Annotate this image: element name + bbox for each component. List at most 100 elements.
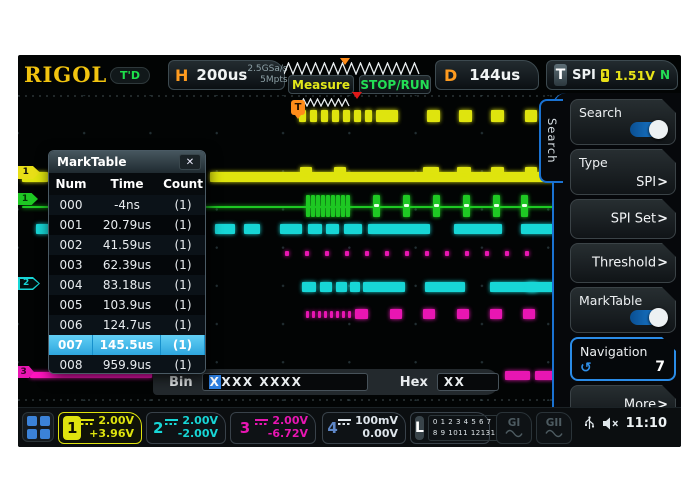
channel-4-number: 4 (327, 416, 338, 440)
navigation-value: 7 (655, 359, 665, 375)
marktable-row-002[interactable]: 00241.59us(1) (49, 235, 205, 255)
marktable-cell: 62.39us (93, 258, 161, 272)
marktable-cell: 103.9us (93, 298, 161, 312)
trigger-status-badge: T'D (110, 67, 150, 84)
bin-label: Bin (169, 375, 193, 390)
dc-coupling-icon (255, 417, 268, 426)
chevron-right-icon: > (657, 212, 668, 227)
channel-2-indicator[interactable]: 22.00V-2.00V (146, 412, 226, 444)
trigger-slope: N (660, 68, 670, 82)
zoom-region-marker-icon[interactable] (340, 58, 350, 65)
hex-value: XX (444, 375, 466, 389)
speaker-muted-icon (602, 417, 619, 430)
channel-4-values: 100mV0.00V (338, 415, 401, 440)
ch1-position-marker-text: 1 (18, 168, 33, 177)
marktable-rows: 000-4ns(1)00120.79us(1)00241.59us(1)0036… (49, 195, 205, 374)
column-count: Count (161, 177, 205, 191)
generator-2-indicator[interactable]: GII (536, 412, 572, 444)
channel-4-indicator[interactable]: 4100mV0.00V (322, 412, 406, 444)
search-toggle[interactable] (630, 122, 666, 137)
marktable-cell: (1) (161, 258, 205, 272)
sine-wave-icon (505, 429, 523, 438)
marktable-row-008[interactable]: 008959.9us(1) (49, 355, 205, 374)
marktable-header-row: Num Time Count (49, 173, 205, 195)
memory-overview-zigzag[interactable] (284, 60, 421, 79)
offset-value: +3.96V (89, 428, 134, 441)
marktable-cell: 003 (49, 258, 93, 272)
search-menu-tab[interactable]: Search (539, 99, 563, 183)
trigger-source-badge: 1 (601, 69, 610, 82)
channel-1-number: 1 (63, 416, 81, 440)
usb-icon (584, 416, 595, 431)
menu-item-navigation[interactable]: Navigation ↺ 7 (570, 337, 676, 381)
channel-1-indicator[interactable]: 12.00V+3.96V (58, 412, 142, 444)
marktable-title-text: MarkTable (57, 155, 127, 169)
trigger-flag-icon[interactable]: T (291, 100, 305, 115)
marktable-cell: 41.59us (93, 238, 161, 252)
type-item-label: Type (579, 155, 608, 170)
oscilloscope-screen: RIGOL T'D H 200us 2.5GSa/s 5Mpts Measure… (18, 55, 681, 447)
display-menu-icon[interactable] (22, 412, 54, 442)
zigzag-pattern (284, 62, 421, 75)
generator-label: GI (508, 418, 521, 429)
delay-settings-button[interactable]: D 144us (435, 60, 539, 90)
marktable-row-007[interactable]: 007145.5us(1) (49, 335, 205, 355)
marktable-popup: MarkTable ✕ Num Time Count 000-4ns(1)001… (48, 150, 206, 374)
marktable-cell: 007 (49, 335, 93, 355)
offset-value: -6.72V (268, 428, 308, 441)
horizontal-settings-button[interactable]: H 200us 2.5GSa/s 5Mpts (168, 60, 285, 90)
marktable-row-005[interactable]: 005103.9us(1) (49, 295, 205, 315)
menu-item-threshold[interactable]: Threshold> (570, 243, 676, 283)
marktable-cell: (1) (161, 358, 205, 372)
marktable-cell: (1) (161, 298, 205, 312)
navigation-item-label: Navigation (580, 344, 647, 359)
delay-label: D (444, 66, 457, 85)
channel-1-values: 2.00V+3.96V (81, 415, 137, 440)
column-num: Num (49, 177, 93, 191)
channel-2-number: 2 (151, 416, 165, 440)
trigger-position-marker-icon[interactable] (352, 92, 362, 99)
trigger-level: 1.51V (614, 68, 655, 83)
marktable-row-004[interactable]: 00483.18us(1) (49, 275, 205, 295)
channel-3-values: 2.00V-6.72V (255, 415, 311, 440)
bin-value-field[interactable]: X XXX XXXX (202, 373, 368, 391)
trigger-type: SPI (572, 68, 596, 83)
menu-item-marktable[interactable]: MarkTable (570, 287, 676, 333)
channel-status-bar: 12.00V+3.96V22.00V-2.00V32.00V-6.72V4100… (18, 407, 681, 447)
marktable-toggle[interactable] (630, 310, 666, 325)
zoom-window-zigzag[interactable] (300, 92, 356, 111)
dc-coupling-icon (81, 417, 94, 426)
trigger-settings-button[interactable]: T SPI 1 1.51V N (546, 60, 678, 90)
marktable-row-006[interactable]: 006124.7us(1) (49, 315, 205, 335)
marktable-cell: 124.7us (93, 318, 161, 332)
marktable-cell: 002 (49, 238, 93, 252)
channel-3-indicator[interactable]: 32.00V-6.72V (230, 412, 316, 444)
menu-item-spi-set[interactable]: SPI Set> (570, 199, 676, 239)
delay-value: 144us (469, 66, 520, 84)
channel-3-number: 3 (235, 416, 255, 440)
marktable-cell: -4ns (93, 198, 161, 212)
marktable-row-003[interactable]: 00362.39us(1) (49, 255, 205, 275)
marktable-cell: 83.18us (93, 278, 161, 292)
marktable-cell: 145.5us (93, 335, 161, 355)
marktable-cell: 006 (49, 318, 93, 332)
menu-item-search[interactable]: Search (570, 99, 676, 145)
status-icons: 11:10 (584, 416, 667, 431)
marktable-cell: (1) (161, 238, 205, 252)
marktable-cell: 005 (49, 298, 93, 312)
sine-wave-icon (545, 429, 563, 438)
marktable-cell: 001 (49, 218, 93, 232)
marktable-row-001[interactable]: 00120.79us(1) (49, 215, 205, 235)
bin-selected-char: X (209, 375, 222, 389)
type-item-value: SPI> (636, 175, 668, 190)
generator-1-indicator[interactable]: GI (496, 412, 532, 444)
close-icon[interactable]: ✕ (179, 154, 201, 170)
menu-item-type[interactable]: Type SPI> (570, 149, 676, 195)
hex-value-field[interactable]: XX (437, 373, 499, 391)
channel-4-offset: 0.00V (362, 428, 398, 441)
chevron-right-icon: > (657, 175, 668, 190)
logic-channels-indicator[interactable]: L 0 1 2 3 4 5 6 7 8 9 1011 12131415 (410, 412, 490, 444)
marktable-cell: 959.9us (93, 358, 161, 372)
marktable-row-000[interactable]: 000-4ns(1) (49, 195, 205, 215)
marktable-cell: (1) (161, 335, 205, 355)
